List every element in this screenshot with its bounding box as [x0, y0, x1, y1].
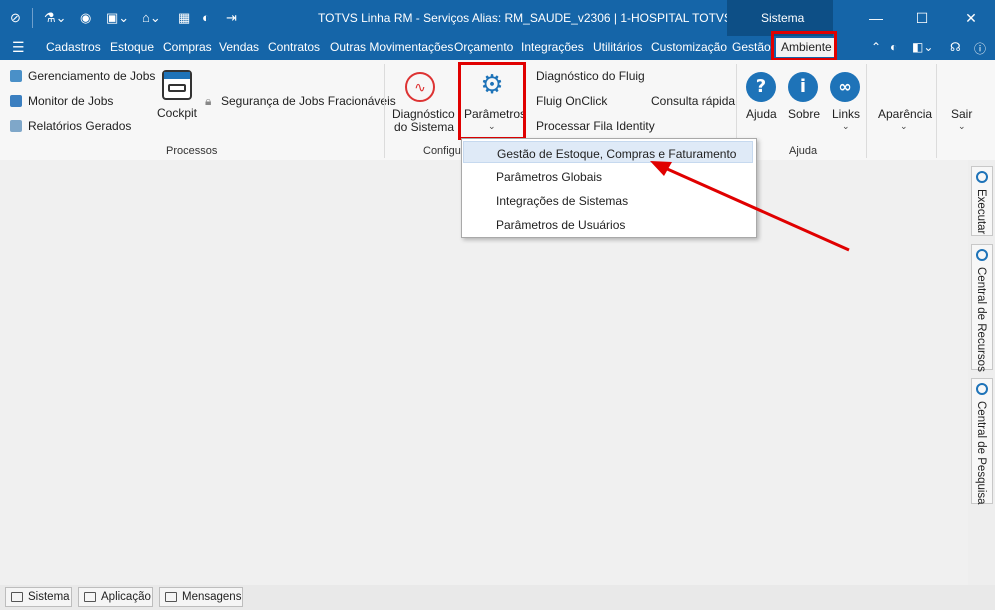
bottom-tab-mensagens[interactable]: Mensagens: [159, 587, 243, 607]
bottom-tab-label: Aplicação: [101, 591, 151, 603]
bottom-bar: Sistema Aplicação Mensagens: [0, 585, 995, 610]
annotation-arrow-line: [664, 166, 850, 252]
annotation-arrow: [650, 161, 850, 252]
bottom-tab-aplicacao[interactable]: Aplicação: [78, 587, 153, 607]
app-icon: [84, 592, 96, 602]
bottom-tab-sistema[interactable]: Sistema: [5, 587, 72, 607]
message-icon: [165, 592, 177, 602]
bottom-tab-label: Sistema: [28, 591, 70, 603]
monitor-icon: [11, 592, 23, 602]
bottom-tab-label: Mensagens: [182, 591, 242, 603]
